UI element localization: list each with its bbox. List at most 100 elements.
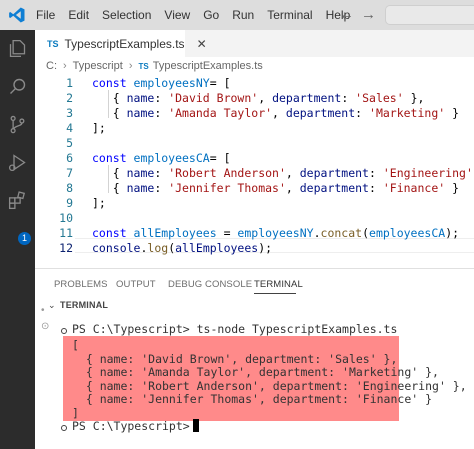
menu-edit[interactable]: Edit (68, 8, 89, 22)
run-debug-icon[interactable] (7, 152, 28, 173)
code-token: { (92, 181, 127, 195)
code-token: } (445, 106, 460, 120)
menu-view[interactable]: View (164, 8, 190, 22)
line-number: 10 (59, 211, 73, 225)
title-bar: File Edit Selection View Go Run Terminal… (0, 0, 474, 30)
code-token: = (216, 226, 238, 240)
line-number: 12 (59, 241, 73, 255)
typescript-file-icon: TS (47, 38, 59, 49)
menu-file[interactable]: File (36, 8, 55, 22)
line-number: 7 (66, 166, 73, 180)
tab-label: TypescriptExamples.ts (64, 36, 185, 51)
code-token: const (92, 76, 134, 90)
breadcrumb: C: › Typescript › TS TypescriptExamples.… (35, 57, 474, 75)
search-icon[interactable] (7, 76, 28, 97)
extensions-icon[interactable] (7, 190, 28, 211)
code-text: ]; (92, 121, 106, 136)
code-text: { name: 'Amanda Taylor', department: 'Ma… (92, 106, 459, 121)
code-text: { name: 'David Brown', department: 'Sale… (92, 91, 425, 106)
tab-terminal[interactable]: TERMINAL (254, 279, 303, 290)
code-token: ); (445, 226, 460, 240)
code-token: { (92, 106, 127, 120)
code-token: employeesCA (133, 151, 210, 165)
line-number: 9 (66, 196, 73, 210)
breadcrumb-drive[interactable]: C: (46, 60, 57, 72)
code-text: const employeesNY= [ (92, 76, 231, 91)
terminal-prompt: PS C:\Typescript> (72, 419, 190, 433)
code-token: const (92, 226, 134, 240)
code-editor[interactable]: 1 const employeesNY= [2 { name: 'David Br… (35, 74, 474, 260)
code-token: : (369, 181, 383, 195)
code-token: }, (403, 91, 425, 105)
tab-output[interactable]: OUTPUT (116, 279, 156, 290)
code-token: employeesNY (237, 226, 314, 240)
source-control-icon[interactable] (7, 114, 28, 135)
menu-terminal[interactable]: Terminal (267, 8, 312, 22)
chevron-right-icon: › (63, 60, 67, 72)
code-token: 'Amanda Taylor' (168, 106, 273, 120)
chevron-right-icon: › (128, 60, 133, 72)
code-token: name (126, 106, 155, 120)
vscode-logo-icon (9, 7, 25, 23)
code-token: employeesCA (369, 226, 446, 240)
line-number: 8 (66, 181, 73, 195)
line-number: 3 (66, 106, 73, 120)
code-token: , (258, 91, 273, 105)
terminal-prompt-line[interactable]: PS C:\Typescript> (72, 419, 199, 434)
back-arrow-icon[interactable]: ← (339, 6, 354, 23)
code-token: : (154, 106, 169, 120)
code-token: 'Robert Anderson' (168, 166, 286, 180)
forward-arrow-icon[interactable]: → (361, 6, 376, 23)
line-number: 5 (66, 136, 73, 150)
code-token: } (445, 181, 460, 195)
menu-selection[interactable]: Selection (102, 8, 151, 22)
explorer-icon[interactable] (7, 38, 28, 59)
code-token: department (272, 91, 342, 105)
terminal-section-title: TERMINAL (60, 300, 109, 310)
tab-typescriptexamples[interactable]: TS TypescriptExamples.ts ✕ (35, 30, 207, 57)
code-token: employeesNY (133, 76, 210, 90)
code-token: allEmployees (175, 241, 259, 255)
breadcrumb-file[interactable]: TypescriptExamples.ts (153, 60, 263, 72)
editor-tab-bar: TS TypescriptExamples.ts ✕ (35, 30, 474, 57)
line-number: 4 (66, 121, 73, 135)
code-token: : (341, 91, 356, 105)
code-token: 'Engineering' (382, 166, 473, 180)
code-token: department (285, 106, 356, 120)
terminal-side-markers: • ⊙ (41, 305, 50, 332)
code-token: ); (258, 241, 273, 255)
tab-debug-console[interactable]: DEBUG CONSOLE (168, 279, 252, 290)
line-number: 11 (59, 226, 73, 240)
code-token: const (92, 151, 134, 165)
close-icon[interactable]: ✕ (197, 37, 207, 51)
panel-divider (35, 268, 474, 269)
menu-go[interactable]: Go (203, 8, 219, 22)
tab-problems[interactable]: PROBLEMS (54, 279, 108, 290)
code-text: ]; (92, 196, 106, 211)
code-text: console.log(allEmployees); (92, 241, 272, 256)
active-tab-indicator (254, 293, 296, 294)
code-token: : (369, 166, 383, 180)
code-text: const allEmployees = employeesNY.concat(… (92, 226, 459, 241)
breadcrumb-folder[interactable]: Typescript (73, 60, 123, 72)
code-token: name (126, 166, 155, 180)
extensions-badge: 1 (18, 232, 31, 245)
line-number: 1 (66, 76, 73, 90)
code-token: 'Jennifer Thomas' (168, 181, 286, 195)
code-token: concat (320, 226, 363, 240)
code-text: { name: 'Jennifer Thomas', department: '… (92, 181, 459, 196)
code-token: : (355, 106, 370, 120)
command-decoration-icon[interactable] (61, 328, 67, 334)
code-token: department (299, 181, 369, 195)
code-token: ]; (92, 121, 106, 135)
command-center-search[interactable] (385, 5, 474, 25)
terminal-cursor (192, 419, 199, 432)
terminal-output-line: { name: 'Jennifer Thomas', department: '… (72, 392, 433, 406)
code-token: ( (362, 226, 370, 240)
code-token: : (154, 181, 169, 195)
code-token: = [ (209, 151, 231, 165)
code-token: name (126, 91, 155, 105)
code-token: console (92, 241, 141, 255)
menu-run[interactable]: Run (232, 8, 254, 22)
command-decoration-icon[interactable] (61, 425, 67, 431)
